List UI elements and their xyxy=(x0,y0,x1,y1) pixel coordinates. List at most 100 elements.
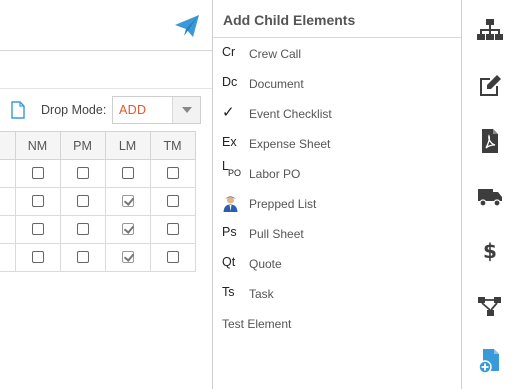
checkbox[interactable] xyxy=(76,167,89,180)
grid-header-cell xyxy=(0,131,16,160)
divider xyxy=(213,37,461,38)
item-abbreviation: Dc xyxy=(222,75,238,89)
row-cell xyxy=(0,243,16,272)
checkbox[interactable] xyxy=(166,167,179,180)
panel-title: Add Child Elements xyxy=(223,12,356,28)
drop-mode-select[interactable]: ADD xyxy=(112,96,201,124)
item-abbreviation: Qt xyxy=(222,255,236,269)
chevron-down-icon[interactable] xyxy=(172,97,200,123)
list-item[interactable]: Cr Crew Call xyxy=(213,40,461,70)
edit-icon xyxy=(480,75,501,96)
item-abbreviation: Ex xyxy=(222,135,237,149)
checkbox[interactable] xyxy=(76,195,89,208)
labor-po-icon: L PO xyxy=(222,159,246,190)
pdf-button[interactable] xyxy=(462,113,517,167)
checkbox[interactable] xyxy=(31,223,44,236)
checkbox[interactable] xyxy=(31,195,44,208)
table-row xyxy=(0,215,196,244)
row-cell xyxy=(14,215,61,244)
list-item[interactable]: Prepped List xyxy=(213,190,461,220)
expense-sheet-icon: Ex xyxy=(222,130,246,160)
item-abbreviation: Cr xyxy=(222,45,236,59)
item-label: Quote xyxy=(249,257,282,271)
row-cell xyxy=(14,243,61,272)
header-band xyxy=(0,51,212,89)
crew-call-icon: Cr xyxy=(222,40,246,70)
row-cell xyxy=(149,187,196,216)
item-abbreviation: Ps xyxy=(222,225,237,239)
list-item[interactable]: Ts Task xyxy=(213,280,461,310)
item-label: Pull Sheet xyxy=(249,227,304,241)
right-toolbar: $ xyxy=(462,0,517,389)
item-label: Expense Sheet xyxy=(249,137,331,151)
row-cell xyxy=(59,215,106,244)
row-cell xyxy=(104,159,151,188)
quote-icon: Qt xyxy=(222,250,246,280)
row-cell xyxy=(104,187,151,216)
dollar-icon: $ xyxy=(483,239,497,263)
item-label: Crew Call xyxy=(249,47,302,61)
svg-text:$: $ xyxy=(483,239,497,263)
drop-mode-label: Drop Mode: xyxy=(41,103,107,117)
column-header-lm[interactable]: LM xyxy=(104,131,151,160)
schedule-grid: NM PM LM TM xyxy=(0,131,196,272)
item-abbreviation-subscript: PO xyxy=(228,168,242,178)
row-cell xyxy=(0,159,16,188)
table-row xyxy=(0,187,196,216)
document-icon[interactable] xyxy=(11,101,25,119)
person-avatar-icon xyxy=(222,190,246,220)
add-child-elements-panel: Add Child Elements Cr Crew Call Dc Document… xyxy=(212,0,462,389)
add-document-icon xyxy=(478,349,499,374)
checkbox[interactable] xyxy=(121,251,134,264)
checkbox[interactable] xyxy=(31,251,44,264)
item-label: Labor PO xyxy=(249,167,301,181)
list-item[interactable]: Dc Document xyxy=(213,70,461,100)
list-item[interactable]: Qt Quote xyxy=(213,250,461,280)
checkbox[interactable] xyxy=(166,195,179,208)
column-header-nm[interactable]: NM xyxy=(14,131,61,160)
row-cell xyxy=(149,159,196,188)
checkbox[interactable] xyxy=(166,251,179,264)
item-label: Event Checklist xyxy=(249,107,332,121)
row-cell xyxy=(149,243,196,272)
drop-mode-value: ADD xyxy=(119,103,147,117)
checkmark-glyph: ✓ xyxy=(222,104,235,121)
pricing-button[interactable]: $ xyxy=(462,222,517,276)
checkbox[interactable] xyxy=(121,223,134,236)
grid-area: Drop Mode: ADD NM PM LM TM xyxy=(0,0,212,389)
shipping-button[interactable] xyxy=(462,168,517,222)
add-document-button[interactable] xyxy=(462,333,517,387)
row-cell xyxy=(14,159,61,188)
item-label: Task xyxy=(249,287,274,301)
row-cell xyxy=(14,187,61,216)
list-item[interactable]: Test Element xyxy=(213,310,461,340)
list-item[interactable]: L PO Labor PO xyxy=(213,159,461,190)
row-cell xyxy=(0,215,16,244)
truck-icon xyxy=(478,189,502,207)
row-cell xyxy=(104,243,151,272)
workflow-icon xyxy=(478,297,501,316)
pull-sheet-icon: Ps xyxy=(222,220,246,250)
row-cell xyxy=(104,215,151,244)
edit-button[interactable] xyxy=(462,58,517,112)
column-header-pm[interactable]: PM xyxy=(59,131,106,160)
checkbox[interactable] xyxy=(166,223,179,236)
pdf-file-icon xyxy=(482,129,498,153)
table-row xyxy=(0,159,196,188)
column-header-tm[interactable]: TM xyxy=(149,131,196,160)
document-icon: Dc xyxy=(222,70,246,100)
org-chart-icon xyxy=(477,19,503,40)
item-label: Test Element xyxy=(222,317,292,331)
list-item[interactable]: ✓ Event Checklist xyxy=(213,100,461,130)
checkbox[interactable] xyxy=(121,195,134,208)
send-icon[interactable] xyxy=(174,14,200,38)
row-cell xyxy=(0,187,16,216)
checkbox[interactable] xyxy=(31,167,44,180)
checkbox[interactable] xyxy=(121,167,134,180)
workflow-button[interactable] xyxy=(462,278,517,332)
org-chart-button[interactable] xyxy=(462,2,517,56)
list-item[interactable]: Ex Expense Sheet xyxy=(213,130,461,160)
checkbox[interactable] xyxy=(76,223,89,236)
list-item[interactable]: Ps Pull Sheet xyxy=(213,220,461,250)
checkbox[interactable] xyxy=(76,251,89,264)
